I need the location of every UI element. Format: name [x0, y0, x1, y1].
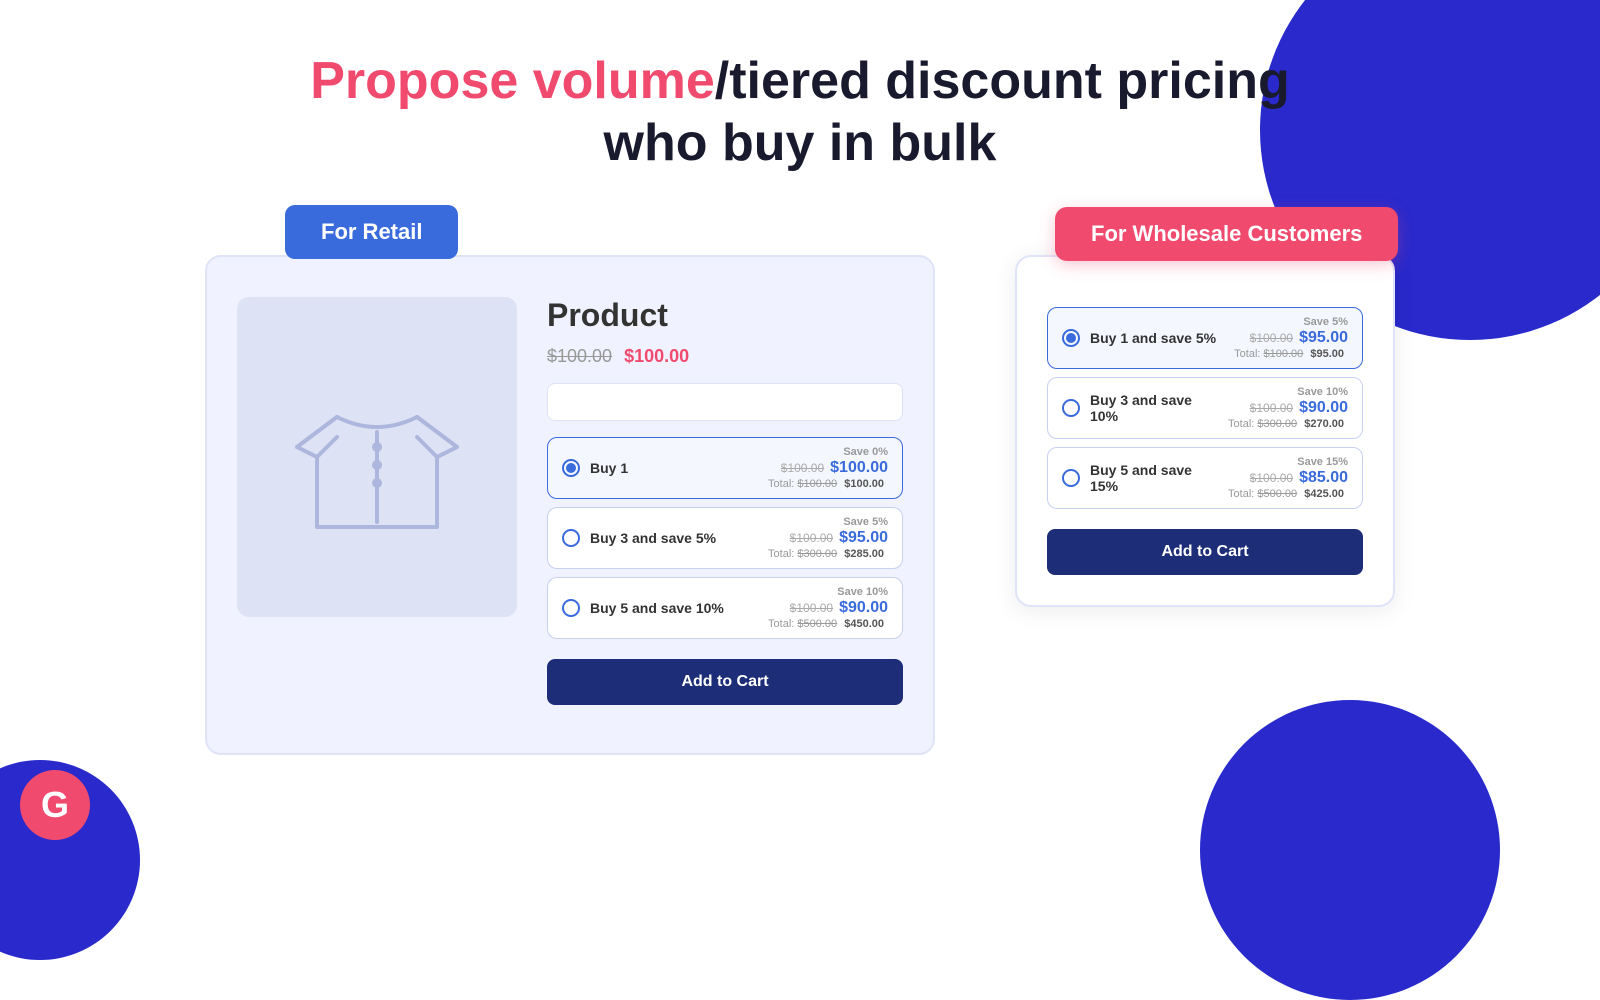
tier-right: Save 10% $100.00 $90.00 Total: $300.00 $…	[1228, 386, 1348, 430]
tier-label: Buy 3 and save 10%	[1090, 392, 1218, 424]
wholesale-tier-item[interactable]: Buy 1 and save 5% Save 5% $100.00 $95.00…	[1047, 307, 1363, 369]
retail-tier-item[interactable]: Buy 1 Save 0% $100.00 $100.00 Total: $10…	[547, 437, 903, 499]
page-content: Propose volume/tiered discount pricing w…	[0, 0, 1600, 755]
tier-new-price: $90.00	[839, 599, 888, 617]
tier-label: Buy 5 and save 15%	[1090, 462, 1218, 494]
save-badge: Save 10%	[1297, 386, 1348, 398]
wholesale-add-to-cart-button[interactable]: Add to Cart	[1047, 529, 1363, 575]
retail-tier-item[interactable]: Buy 3 and save 5% Save 5% $100.00 $95.00…	[547, 507, 903, 569]
save-badge: Save 0%	[843, 446, 888, 458]
tier-original-price: $100.00	[790, 531, 833, 545]
tier-label: Buy 1 and save 5%	[1090, 330, 1224, 346]
wholesale-tier-options: Buy 1 and save 5% Save 5% $100.00 $95.00…	[1047, 307, 1363, 509]
tier-price-row: $100.00 $95.00	[1250, 329, 1348, 347]
radio-circle	[562, 599, 580, 617]
tier-total: Total: $100.00 $100.00	[768, 478, 888, 490]
radio-circle	[1062, 469, 1080, 487]
tier-original-price: $100.00	[1250, 471, 1293, 485]
radio-circle	[562, 529, 580, 547]
wholesale-tier-item[interactable]: Buy 3 and save 10% Save 10% $100.00 $90.…	[1047, 377, 1363, 439]
tier-original-price: $100.00	[781, 461, 824, 475]
tier-total: Total: $300.00 $285.00	[768, 548, 888, 560]
tier-new-price: $95.00	[1299, 329, 1348, 347]
radio-circle	[1062, 329, 1080, 347]
tier-original-price: $100.00	[1250, 401, 1293, 415]
tier-right: Save 5% $100.00 $95.00 Total: $100.00 $9…	[1234, 316, 1348, 360]
tier-price-row: $100.00 $90.00	[790, 599, 888, 617]
tier-price-row: $100.00 $100.00	[781, 459, 888, 477]
retail-badge: For Retail	[285, 205, 458, 259]
retail-card: Product $100.00 $100.00 Buy 1 Save 0% $1…	[205, 255, 935, 755]
tier-price-row: $100.00 $95.00	[790, 529, 888, 547]
product-price-row: $100.00 $100.00	[547, 346, 903, 367]
shirt-illustration	[277, 357, 477, 557]
tier-new-price: $85.00	[1299, 469, 1348, 487]
wholesale-card: Buy 1 and save 5% Save 5% $100.00 $95.00…	[1015, 255, 1395, 607]
product-details: Product $100.00 $100.00 Buy 1 Save 0% $1…	[547, 297, 903, 723]
wholesale-badge: For Wholesale Customers	[1055, 207, 1398, 261]
tier-right: Save 0% $100.00 $100.00 Total: $100.00 $…	[768, 446, 888, 490]
main-heading: Propose volume/tiered discount pricing w…	[310, 50, 1290, 175]
tier-total: Total: $500.00 $425.00	[1228, 488, 1348, 500]
wholesale-wrapper: For Wholesale Customers Buy 1 and save 5…	[1015, 255, 1395, 607]
heading-line2: who buy in bulk	[604, 114, 997, 172]
radio-circle	[1062, 399, 1080, 417]
cards-area: For Retail	[0, 235, 1600, 755]
tier-right: Save 10% $100.00 $90.00 Total: $500.00 $…	[768, 586, 888, 630]
tier-new-price: $100.00	[830, 459, 888, 477]
wholesale-tier-item[interactable]: Buy 5 and save 15% Save 15% $100.00 $85.…	[1047, 447, 1363, 509]
tier-label: Buy 3 and save 5%	[590, 530, 758, 546]
radio-circle	[562, 459, 580, 477]
tier-price-row: $100.00 $85.00	[1250, 469, 1348, 487]
product-price-current: $100.00	[624, 346, 689, 367]
save-badge: Save 5%	[1303, 316, 1348, 328]
tier-original-price: $100.00	[1250, 331, 1293, 345]
tier-price-row: $100.00 $90.00	[1250, 399, 1348, 417]
product-name: Product	[547, 297, 903, 334]
tier-label: Buy 1	[590, 460, 758, 476]
tier-label: Buy 5 and save 10%	[590, 600, 758, 616]
heading-part2: /tiered discount pricing	[715, 52, 1290, 110]
product-price-original: $100.00	[547, 346, 612, 367]
tier-total: Total: $100.00 $95.00	[1234, 348, 1348, 360]
retail-tier-item[interactable]: Buy 5 and save 10% Save 10% $100.00 $90.…	[547, 577, 903, 639]
tier-new-price: $95.00	[839, 529, 888, 547]
tier-original-price: $100.00	[790, 601, 833, 615]
retail-wrapper: For Retail	[205, 235, 935, 755]
tier-right: Save 15% $100.00 $85.00 Total: $500.00 $…	[1228, 456, 1348, 500]
retail-tier-options: Buy 1 Save 0% $100.00 $100.00 Total: $10…	[547, 437, 903, 639]
tier-right: Save 5% $100.00 $95.00 Total: $300.00 $2…	[768, 516, 888, 560]
g-logo: G	[20, 770, 90, 840]
quantity-bar[interactable]	[547, 383, 903, 421]
product-image	[237, 297, 517, 617]
save-badge: Save 5%	[843, 516, 888, 528]
retail-add-to-cart-button[interactable]: Add to Cart	[547, 659, 903, 705]
save-badge: Save 10%	[837, 586, 888, 598]
tier-total: Total: $500.00 $450.00	[768, 618, 888, 630]
tier-total: Total: $300.00 $270.00	[1228, 418, 1348, 430]
save-badge: Save 15%	[1297, 456, 1348, 468]
heading-highlight: Propose volume	[310, 52, 715, 110]
tier-new-price: $90.00	[1299, 399, 1348, 417]
